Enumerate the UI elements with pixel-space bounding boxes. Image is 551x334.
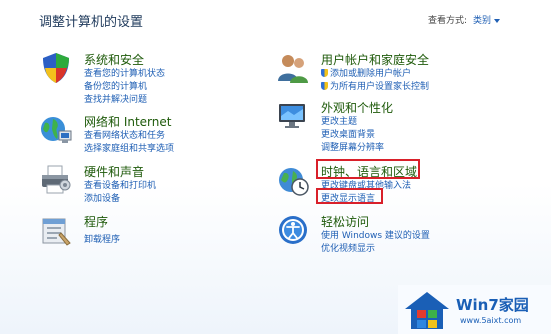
category-network-internet: 网络和 Internet 查看网络状态和任务 选择家庭组和共享选项 [39,113,259,158]
link-add-device[interactable]: 添加设备 [84,191,120,204]
display-icon [279,104,305,128]
chevron-down-icon [494,18,501,23]
link-parental-controls[interactable]: 为所有用户设置家长控制 [321,79,429,92]
category-system-security: 系统和安全 查看您的计算机状态 备份您的计算机 查找并解决问题 [39,51,259,111]
view-by: 查看方式: 类别 [428,13,501,26]
view-mode-value: 类别 [473,16,492,26]
link-view-computer-status[interactable]: 查看您的计算机状态 [84,66,165,79]
ease-of-access-icon [279,216,307,244]
link-troubleshoot[interactable]: 查找并解决问题 [84,92,147,105]
link-network-status[interactable]: 查看网络状态和任务 [84,128,165,141]
uac-shield-icon [321,69,328,77]
highlight-box-link [316,188,383,204]
link-devices-printers[interactable]: 查看设备和打印机 [84,178,156,191]
category-user-accounts: 用户帐户和家庭安全 添加或删除用户帐户 为所有用户设置家长控制 [276,51,506,96]
clock-globe-icon [279,168,309,196]
category-ease-of-access: 轻松访问 使用 Windows 建议的设置 优化视频显示 [276,213,506,258]
printer-icon [42,165,71,194]
link-add-remove-users[interactable]: 添加或删除用户帐户 [321,66,411,79]
house-logo-icon [405,292,449,329]
link-windows-recommended-settings[interactable]: 使用 Windows 建议的设置 [321,228,430,241]
uac-shield-icon [321,82,328,90]
link-optimize-visual-display[interactable]: 优化视频显示 [321,241,375,254]
link-desktop-background[interactable]: 更改桌面背景 [321,127,375,140]
view-by-label: 查看方式: [428,16,468,26]
watermark: Win7家园 www.5aixt.com [398,285,551,334]
watermark-url: www.5aixt.com [460,316,522,325]
category-programs: 程序 卸载程序 [39,213,259,248]
link-change-theme[interactable]: 更改主题 [321,114,357,127]
programs-icon [42,218,71,246]
view-mode-dropdown[interactable]: 类别 [473,16,501,26]
link-screen-resolution[interactable]: 调整屏幕分辨率 [321,140,384,153]
page-title: 调整计算机的设置 [39,15,144,30]
category-hardware-sound: 硬件和声音 查看设备和打印机 添加设备 [39,163,259,208]
link-homegroup-sharing[interactable]: 选择家庭组和共享选项 [84,141,174,154]
highlight-box-category [316,159,420,179]
watermark-name: Win7家园 [456,296,529,314]
users-icon [278,55,308,83]
category-title[interactable]: 程序 [84,213,108,230]
category-appearance: 外观和个性化 更改主题 更改桌面背景 调整屏幕分辨率 [276,99,506,159]
link-uninstall-program[interactable]: 卸载程序 [84,232,120,245]
shield-icon [43,53,69,83]
globe-network-icon [41,117,72,143]
link-backup-computer[interactable]: 备份您的计算机 [84,79,147,92]
